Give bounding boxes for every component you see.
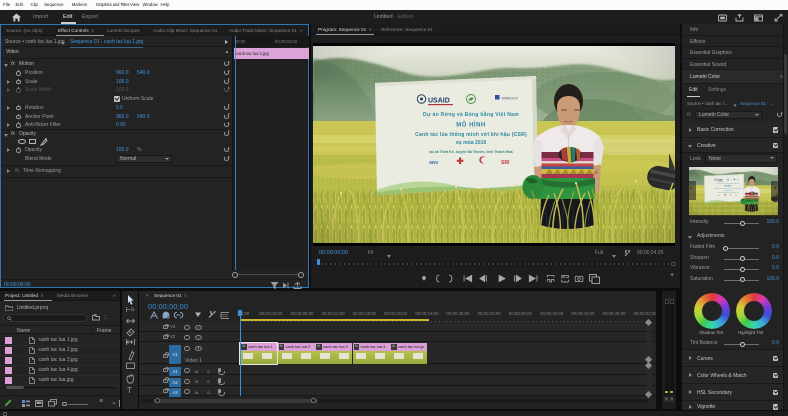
svg-text:T: T [127,386,132,395]
